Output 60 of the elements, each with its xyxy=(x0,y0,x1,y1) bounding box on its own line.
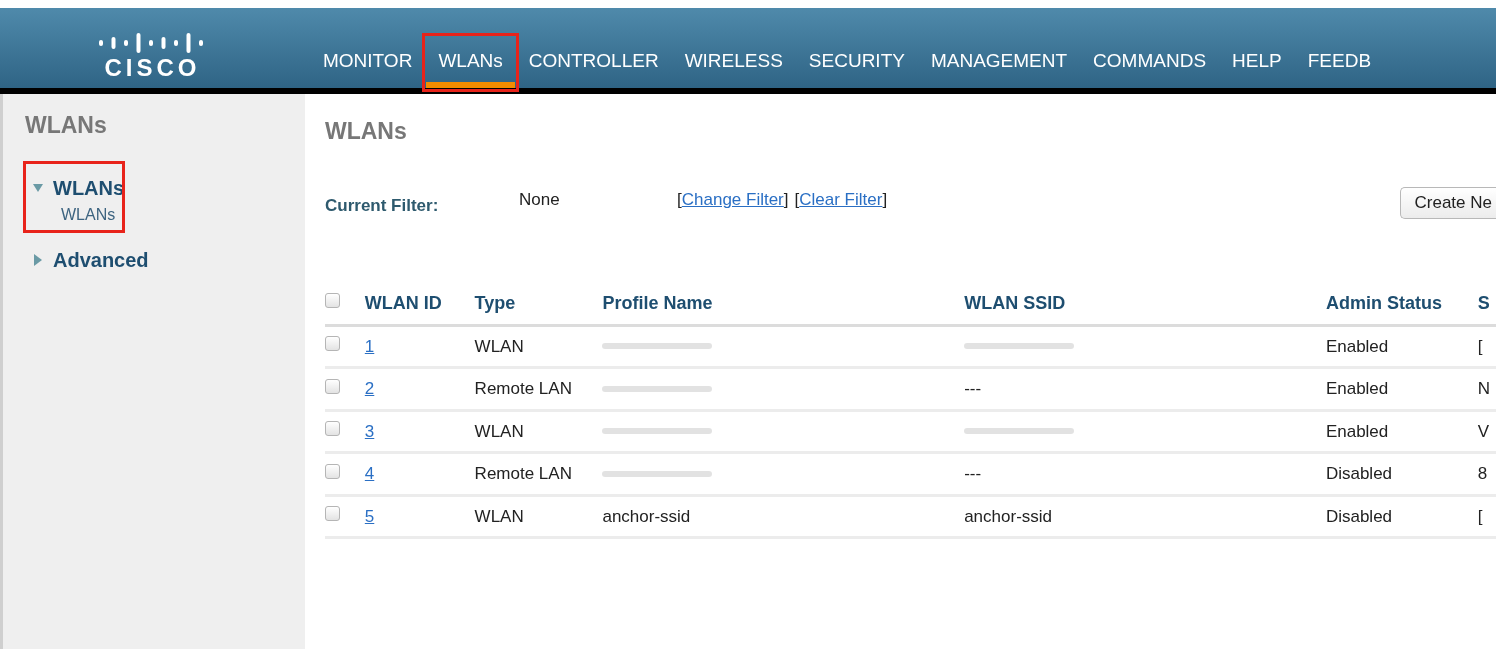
table-cell: Disabled xyxy=(1319,452,1472,495)
create-button[interactable]: Create Ne xyxy=(1399,186,1496,219)
table-cell: V xyxy=(1471,410,1496,453)
table-cell: WLAN xyxy=(468,495,597,538)
table-cell: Enabled xyxy=(1319,367,1472,410)
table-cell: --- xyxy=(958,367,1320,410)
bracket-text: [ xyxy=(794,188,800,211)
checkbox[interactable] xyxy=(325,293,340,308)
table-cell: WLAN xyxy=(468,325,597,368)
column-header: WLAN ID xyxy=(358,282,469,325)
menu-tab[interactable]: CONTROLLER xyxy=(516,38,671,88)
logo-text: CISCO xyxy=(104,54,201,82)
wlan-id-link[interactable]: 2 xyxy=(364,379,375,398)
table-cell: N xyxy=(1471,367,1496,410)
filter-link[interactable]: Change Filter xyxy=(681,186,784,212)
table-cell: Enabled xyxy=(1319,325,1472,368)
menu-tab[interactable]: SECURITY xyxy=(796,38,917,88)
column-header: WLAN SSID xyxy=(958,282,1320,325)
wlan-id-link[interactable]: 1 xyxy=(364,336,375,356)
table-cell: Remote LAN xyxy=(468,367,597,410)
menu-tab[interactable]: WIRELESS xyxy=(672,38,795,88)
filter-label: Current Filter: xyxy=(325,194,440,217)
column-header: Type xyxy=(468,282,597,325)
wlan-id-link[interactable]: 5 xyxy=(364,506,375,526)
menu-tab[interactable]: FEEDB xyxy=(1295,38,1384,88)
triangle-down-icon[interactable] xyxy=(33,181,43,194)
table-cell: WLAN xyxy=(468,410,597,453)
column-header: S xyxy=(1471,282,1496,325)
menu-tab[interactable]: HELP xyxy=(1220,38,1294,88)
bracket-text: ] xyxy=(882,188,888,211)
table-cell: [ xyxy=(1471,495,1496,538)
table-cell: anchor-ssid xyxy=(958,495,1320,538)
sidebar-title: WLANs xyxy=(25,111,108,140)
bracket-text: [ xyxy=(677,188,682,211)
column-header: Admin Status xyxy=(1319,282,1472,325)
table-cell: Disabled xyxy=(1319,495,1472,538)
checkbox[interactable] xyxy=(325,506,340,522)
checkbox[interactable] xyxy=(325,336,340,352)
checkbox[interactable] xyxy=(325,421,340,437)
table-cell: anchor-ssid xyxy=(596,495,959,538)
menu-tab[interactable]: COMMANDS xyxy=(1081,38,1219,88)
wlan-id-link[interactable]: 3 xyxy=(364,421,375,441)
table-cell: Enabled xyxy=(1319,410,1472,453)
menu-tab[interactable]: MONITOR xyxy=(311,38,425,88)
checkbox[interactable] xyxy=(325,463,340,479)
menu-tab[interactable]: MANAGEMENT xyxy=(918,38,1080,88)
column-header: Profile Name xyxy=(596,282,959,325)
wlan-id-link[interactable]: 4 xyxy=(364,464,375,483)
sidebar-item[interactable]: WLANs xyxy=(53,172,125,203)
table-cell: [ xyxy=(1471,325,1496,368)
sidebar-item[interactable]: Advanced xyxy=(53,244,149,275)
bracket-text: ] xyxy=(783,188,789,211)
table-cell: Remote LAN xyxy=(468,452,597,495)
triangle-right-icon[interactable] xyxy=(33,253,43,266)
page-title: WLANs xyxy=(325,117,408,146)
table-cell: 8 xyxy=(1471,452,1496,495)
table-cell: --- xyxy=(958,452,1320,495)
sidebar-subitem[interactable]: WLANs xyxy=(25,202,126,227)
filter-value: None xyxy=(519,188,561,211)
checkbox[interactable] xyxy=(325,378,340,394)
